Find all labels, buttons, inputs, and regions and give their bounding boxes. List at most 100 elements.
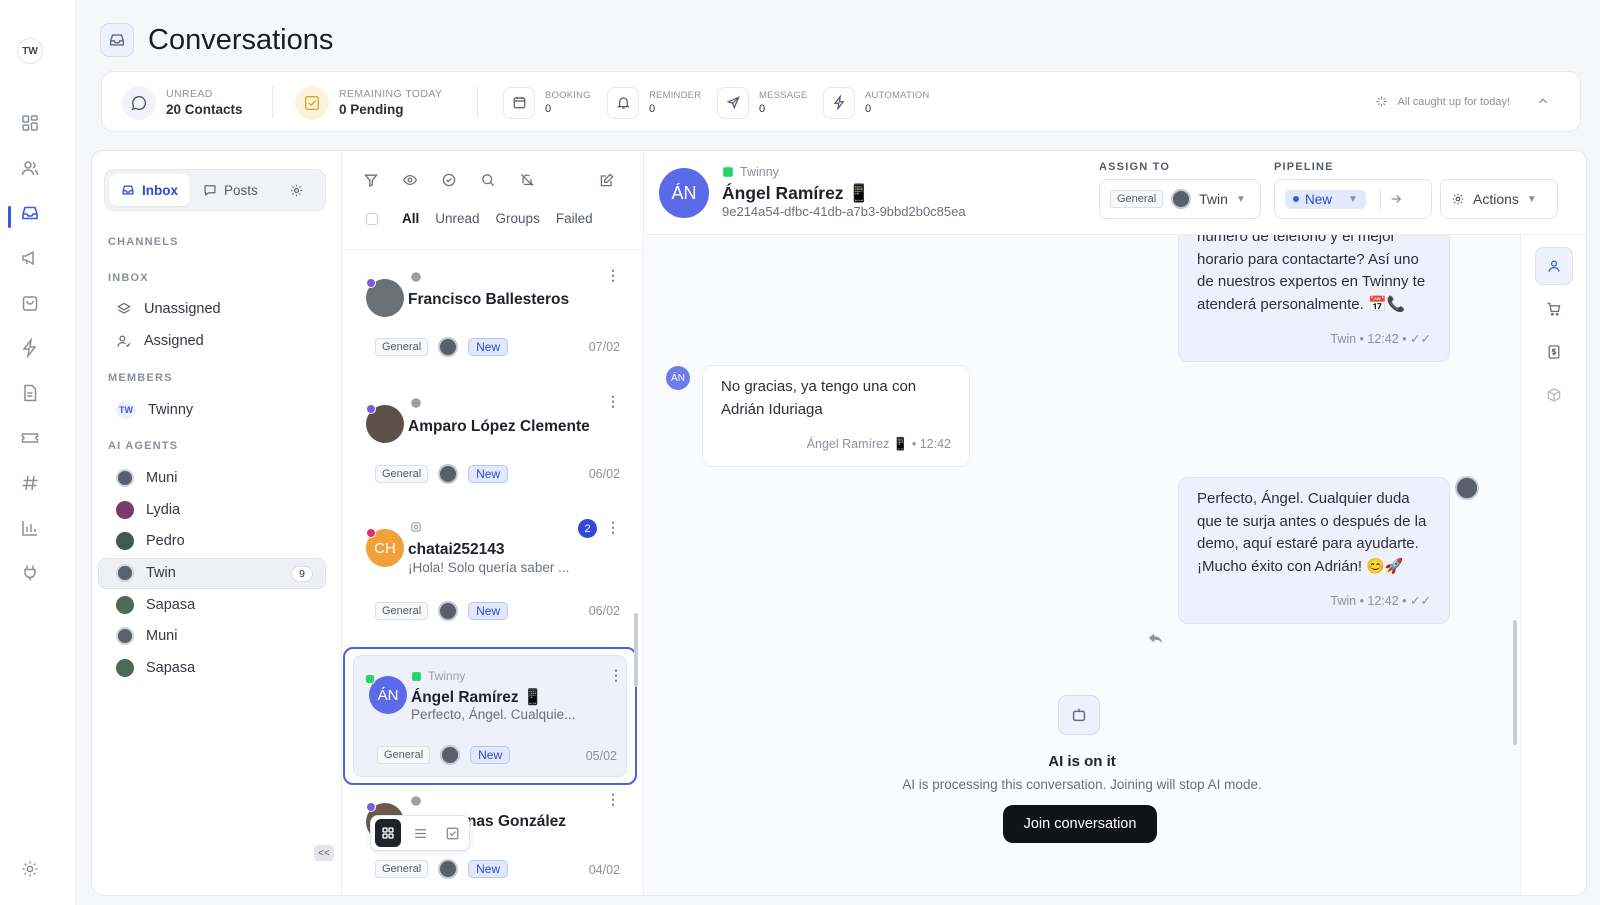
grid-view-icon[interactable] xyxy=(375,819,401,847)
more-icon[interactable]: ⋮ xyxy=(609,667,623,684)
stat-value: 0 xyxy=(865,103,872,115)
count-badge: 9 xyxy=(291,566,313,582)
task-view-icon[interactable] xyxy=(439,819,465,847)
conversation-item-selected[interactable]: ÁN Twinny ⋮ Ángel Ramírez 📱 Perfecto, Án… xyxy=(343,647,637,785)
message-meta: Twin • 12:42 • ✓✓ xyxy=(1197,590,1431,613)
shopping-bag-icon[interactable] xyxy=(20,293,42,315)
page-title: Conversations xyxy=(148,23,334,56)
double-check-icon: ✓✓ xyxy=(1410,332,1431,346)
sidebar-item-member[interactable]: TW Twinny xyxy=(116,401,193,419)
settings-icon[interactable] xyxy=(20,859,42,881)
bell-off-icon[interactable] xyxy=(512,165,542,195)
pipeline-select[interactable]: New ▼ xyxy=(1274,179,1432,219)
message-text: No gracias, ya tengo una con Adrián Idur… xyxy=(721,378,917,418)
actions-button[interactable]: Actions ▼ xyxy=(1440,179,1558,219)
inbox-icon xyxy=(121,183,135,197)
sidebar-item-label: Muni xyxy=(146,628,178,644)
robot-avatar xyxy=(116,564,134,582)
compose-icon[interactable] xyxy=(592,165,622,195)
chevron-up-icon[interactable] xyxy=(1536,94,1550,108)
robot-avatar xyxy=(438,601,459,621)
stats-bar: UNREAD 20 Contacts REMAINING TODAY 0 Pendi… xyxy=(101,71,1581,132)
collapse-sidebar-button[interactable]: << xyxy=(314,845,334,861)
box-icon[interactable] xyxy=(1535,376,1573,414)
source-label: Twinny xyxy=(428,669,466,683)
sidebar-item-agent[interactable]: Muni xyxy=(116,469,177,487)
tab-all[interactable]: All xyxy=(402,211,419,226)
invoice-icon[interactable] xyxy=(1535,333,1573,371)
analytics-icon[interactable] xyxy=(20,518,42,540)
document-icon[interactable] xyxy=(20,383,42,405)
right-toolbar xyxy=(1520,235,1586,895)
robot-avatar xyxy=(116,627,134,645)
lightning-icon[interactable] xyxy=(20,338,42,360)
send-icon xyxy=(717,86,749,119)
more-icon[interactable]: ⋮ xyxy=(606,267,620,284)
sidebar-item-agent[interactable]: Sapasa xyxy=(116,596,195,614)
chat-bubble-icon xyxy=(410,271,422,283)
conversation-meta: General New xyxy=(377,745,511,765)
list-scrollbar[interactable] xyxy=(634,613,638,687)
stat-reminder: REMINDER 0 xyxy=(607,72,701,133)
sidebar-item-agent[interactable]: Muni xyxy=(116,627,177,645)
gear-icon[interactable] xyxy=(281,174,312,206)
chat-header: ÁN Twinny Ángel Ramírez 📱 9e214a54-dfbc-… xyxy=(644,151,1586,235)
assigned-agent: Twin xyxy=(1199,191,1228,207)
sidebar-item-assigned[interactable]: Assigned xyxy=(116,333,204,349)
stat-unread: UNREAD 20 Contacts xyxy=(122,72,243,133)
list-view-icon[interactable] xyxy=(407,819,433,847)
arrow-right-icon[interactable] xyxy=(1389,192,1403,206)
select-all-checkbox[interactable] xyxy=(366,212,378,225)
status-badge: New xyxy=(468,465,509,483)
thread-scrollbar[interactable] xyxy=(1513,620,1517,745)
more-icon[interactable]: ⋮ xyxy=(606,519,620,536)
message-thread: número de teléfono y el mejor horario pa… xyxy=(644,235,1520,895)
reply-icon[interactable] xyxy=(1147,629,1165,647)
tab-groups[interactable]: Groups xyxy=(496,211,540,226)
tab-unread[interactable]: Unread xyxy=(435,211,479,226)
join-conversation-button[interactable]: Join conversation xyxy=(1003,805,1157,843)
conversation-meta: General New xyxy=(375,464,509,484)
conversation-item[interactable]: Francisco Ballesteros ⋮ General New 07/0… xyxy=(350,259,634,387)
more-icon[interactable]: ⋮ xyxy=(606,393,620,410)
sidebar-item-agent[interactable]: Lydia xyxy=(116,501,180,519)
sidebar-item-agent[interactable]: Sapasa xyxy=(116,659,195,677)
contacts-icon[interactable] xyxy=(20,158,42,180)
tab-posts[interactable]: Posts xyxy=(191,174,270,206)
sidebar-item-unassigned[interactable]: Unassigned xyxy=(116,301,221,317)
members-heading: MEMBERS xyxy=(108,372,173,384)
view-switcher xyxy=(370,815,470,851)
sidebar-item-agent[interactable]: Pedro xyxy=(116,532,185,550)
check-circle-icon[interactable] xyxy=(434,165,464,195)
robot-avatar xyxy=(438,464,459,484)
user-icon[interactable] xyxy=(1535,247,1573,285)
tab-label: Posts xyxy=(224,182,258,198)
workspace-avatar[interactable]: TW xyxy=(17,38,43,64)
sidebar-item-label: Pedro xyxy=(146,533,185,549)
sidebar-item-label: Assigned xyxy=(144,333,204,349)
status-badge: New xyxy=(468,338,509,356)
conversation-item[interactable]: Amparo López Clemente ⋮ General New 06/0… xyxy=(350,387,634,515)
filter-icon[interactable] xyxy=(356,165,386,195)
messenger-icon xyxy=(366,404,376,414)
chat-bubble-icon xyxy=(410,397,422,409)
dashboard-icon[interactable] xyxy=(20,113,42,135)
hashtag-icon[interactable] xyxy=(20,473,42,495)
eye-icon[interactable] xyxy=(395,165,425,195)
conversation-item[interactable]: CH 2 ⋮ chatai252143 ¡Hola! Solo quería s… xyxy=(350,515,634,643)
inbox-icon[interactable] xyxy=(20,203,42,225)
search-icon[interactable] xyxy=(473,165,503,195)
tab-inbox[interactable]: Inbox xyxy=(109,174,190,206)
assign-to-select[interactable]: General Twin ▼ xyxy=(1099,179,1261,219)
more-icon[interactable]: ⋮ xyxy=(606,791,620,808)
megaphone-icon[interactable] xyxy=(20,248,42,270)
ticket-icon[interactable] xyxy=(20,428,42,450)
cart-icon[interactable] xyxy=(1535,290,1573,328)
message-text: Perfecto, Ángel. Cualquier duda que te s… xyxy=(1197,490,1427,575)
message-meta: Ángel Ramírez 📱 • 12:42 xyxy=(806,437,951,451)
tab-failed[interactable]: Failed xyxy=(556,211,593,226)
checkbox-icon xyxy=(295,85,329,120)
sidebar-item-agent[interactable]: Twin xyxy=(116,564,176,582)
plug-icon[interactable] xyxy=(20,563,42,585)
list-toolbar xyxy=(356,165,614,195)
